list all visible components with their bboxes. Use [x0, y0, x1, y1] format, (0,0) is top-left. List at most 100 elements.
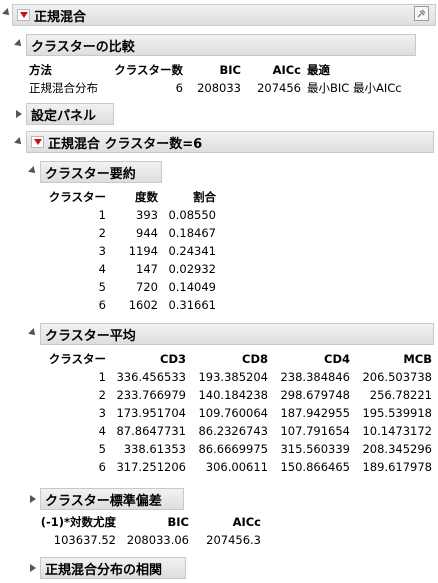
summary-col-count: 度数 [135, 190, 158, 204]
cell: 0.31661 [168, 298, 216, 312]
summary-col-proportion: 割合 [193, 190, 216, 204]
cell: 5 [98, 280, 106, 294]
red-triangle-menu-icon[interactable] [17, 9, 30, 21]
table-row: 4 87.8647731 86.2326743 107.791654 10.147317… [46, 422, 432, 440]
compare-disclosure-icon[interactable] [14, 39, 24, 49]
cell: 208033 [197, 81, 241, 95]
summary-disclosure-icon[interactable] [28, 166, 38, 176]
corr-disclosure-icon[interactable] [28, 563, 38, 573]
cell: 4 [98, 262, 106, 276]
cell: 944 [136, 226, 158, 240]
settings-disclosure-icon[interactable] [14, 109, 24, 119]
cell: 187.942955 [280, 406, 350, 420]
model-title: 正規混合 クラスター数=6 [48, 136, 203, 152]
compare-col-best: 最適 [307, 63, 330, 77]
compare-table: 方法 クラスター数 BIC AICc 最適 正規混合分布 6 208033 20… [29, 61, 402, 97]
model-header[interactable]: 正規混合 クラスター数=6 [26, 131, 434, 153]
table-row: 2 944 0.18467 [46, 224, 216, 242]
means-table: クラスター CD3 CD8 CD4 MCB 1 336.456533 193.385… [46, 350, 432, 476]
summary-title: クラスター要約 [45, 166, 136, 182]
cell: 317.251206 [116, 460, 186, 474]
report-header[interactable]: 正規混合 [12, 4, 436, 26]
settings-header[interactable]: 設定パネル [26, 103, 114, 125]
table-row: 5 720 0.14049 [46, 278, 216, 296]
cell: 103637.52 [53, 533, 116, 547]
cell: 233.766979 [116, 388, 186, 402]
cell: 140.184238 [198, 388, 268, 402]
means-col-mcb: MCB [403, 352, 432, 366]
cell: 2 [98, 226, 106, 240]
compare-header[interactable]: クラスターの比較 [26, 34, 416, 56]
means-col-cd4: CD4 [324, 352, 350, 366]
cell: 150.866465 [280, 460, 350, 474]
means-header[interactable]: クラスター平均 [40, 323, 434, 345]
cell: 3 [98, 406, 106, 420]
cell: 0.14049 [168, 280, 216, 294]
cell: 1 [98, 370, 106, 384]
cell: 0.24341 [168, 244, 216, 258]
summary-col-cluster: クラスター [48, 190, 106, 204]
cell: 338.61353 [123, 442, 186, 456]
cell: 298.679748 [280, 388, 350, 402]
cell: 208033.06 [126, 533, 189, 547]
table-row: 正規混合分布 6 208033 207456 最小BIC 最小AICc [29, 79, 402, 97]
table-row: 6 1602 0.31661 [46, 296, 216, 314]
means-col-cluster: クラスター [48, 352, 106, 366]
cell: 107.791654 [280, 424, 350, 438]
cell: 336.456533 [116, 370, 186, 384]
cell: 193.385204 [198, 370, 268, 384]
cell: 正規混合分布 [29, 81, 98, 95]
summary-table: クラスター 度数 割合 1 393 0.08550 2 944 0.18467 3 119… [46, 188, 216, 314]
means-disclosure-icon[interactable] [28, 328, 38, 338]
cell: 6 [98, 460, 106, 474]
cell: 0.18467 [168, 226, 216, 240]
cell: 5 [98, 442, 106, 456]
table-row: 3 173.951704 109.760064 187.942955 195.53991… [46, 404, 432, 422]
table-row: 1 393 0.08550 [46, 206, 216, 224]
cell: 147 [136, 262, 158, 276]
cell: 0.08550 [168, 208, 216, 222]
cell: 2 [98, 388, 106, 402]
cell: 256.78221 [369, 388, 432, 402]
means-col-cd8: CD8 [242, 352, 268, 366]
stddev-disclosure-icon[interactable] [28, 494, 38, 504]
table-row: 2 233.766979 140.184238 298.679748 256.78221 [46, 386, 432, 404]
red-triangle-menu-icon[interactable] [31, 136, 44, 148]
report-disclosure-icon[interactable] [2, 8, 12, 18]
stddev-header[interactable]: クラスター標準偏差 [40, 488, 184, 510]
cell: 0.02932 [168, 262, 216, 276]
cell: 189.617978 [362, 460, 432, 474]
cell: 最小BIC 最小AICc [307, 81, 402, 95]
cell: 207456 [257, 81, 301, 95]
cell: 1 [98, 208, 106, 222]
compare-col-bic: BIC [219, 63, 241, 77]
cell: 315.560339 [280, 442, 350, 456]
compare-title: クラスターの比較 [31, 39, 135, 55]
cell: 206.503738 [362, 370, 432, 384]
fit-col-bic: BIC [167, 515, 189, 529]
compare-col-aicc: AICc [272, 63, 301, 77]
table-row: 6 317.251206 306.00611 150.866465 189.617978 [46, 458, 432, 476]
cell: 87.8647731 [116, 424, 186, 438]
cell: 6 [175, 81, 183, 95]
summary-header[interactable]: クラスター要約 [40, 161, 162, 183]
cell: 1194 [128, 244, 158, 258]
cell: 86.2326743 [198, 424, 268, 438]
cell: 393 [136, 208, 158, 222]
means-title: クラスター平均 [45, 328, 136, 344]
cell: 208.345296 [362, 442, 432, 456]
corr-title: 正規混合分布の相関 [45, 562, 163, 578]
pin-icon[interactable] [414, 6, 429, 21]
cell: 720 [136, 280, 158, 294]
fit-table: (-1)*対数尤度 BIC AICc 103637.52 208033.06 2… [32, 513, 261, 549]
model-disclosure-icon[interactable] [14, 137, 24, 147]
settings-title: 設定パネル [31, 108, 97, 124]
cell: 207456.3 [206, 533, 261, 547]
cell: 1602 [128, 298, 158, 312]
cell: 3 [98, 244, 106, 258]
cell: 109.760064 [198, 406, 268, 420]
compare-col-nclusters: クラスター数 [114, 63, 183, 77]
cell: 4 [98, 424, 106, 438]
corr-header[interactable]: 正規混合分布の相関 [40, 557, 186, 579]
cell: 6 [98, 298, 106, 312]
